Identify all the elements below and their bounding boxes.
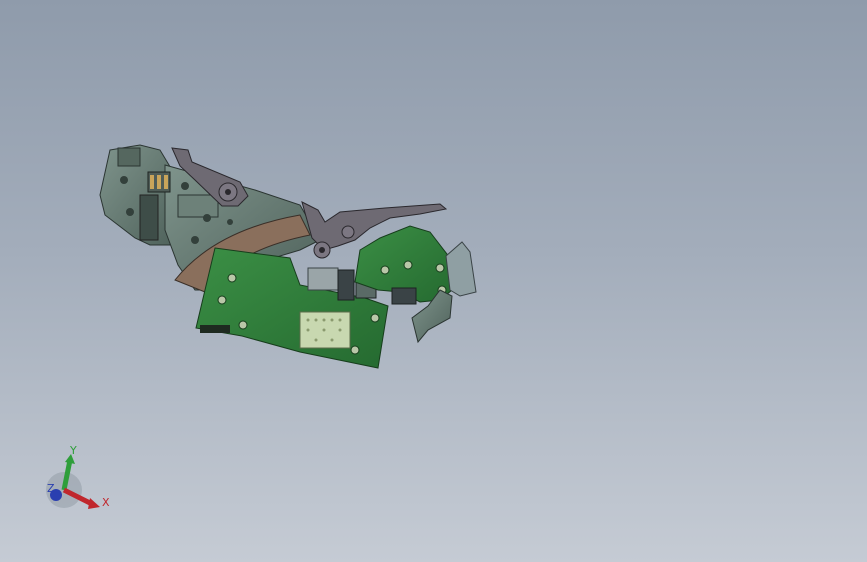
coordinate-triad: Y X Z	[46, 444, 110, 509]
z-axis-label: Z	[47, 482, 55, 495]
left-frame-bracket	[99, 144, 176, 246]
connector-block	[147, 171, 171, 193]
x-axis-label: X	[102, 496, 110, 509]
graphics-viewport[interactable]: Y X Z	[0, 0, 867, 562]
cad-model[interactable]	[0, 0, 867, 562]
y-axis-label: Y	[69, 444, 77, 457]
